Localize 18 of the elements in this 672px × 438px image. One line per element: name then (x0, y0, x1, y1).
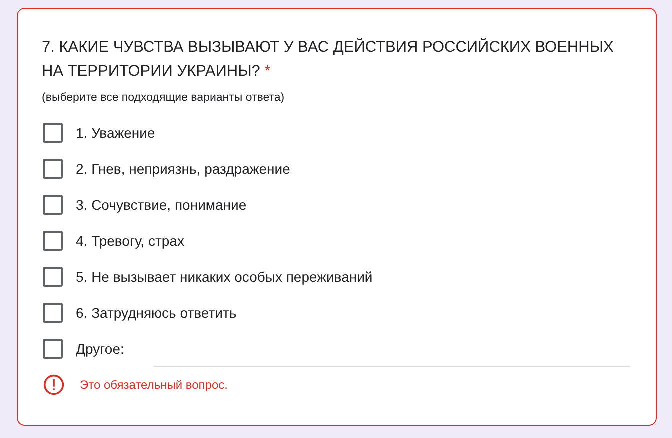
checkbox[interactable] (43, 339, 63, 359)
option-label: 5. Не вызывает никаких особых переживаний (76, 269, 373, 285)
option-label: 2. Гнев, неприязнь, раздражение (76, 161, 290, 177)
question-title: 7. КАКИЕ ЧУВСТВА ВЫЗЫВАЮТ У ВАС ДЕЙСТВИЯ РОССИЙСКИХ ВОЕННЫХ НА ТЕРРИТОРИИ УКРАИНЫ? * (42, 37, 615, 82)
error-icon (43, 374, 65, 396)
error-message: Это обязательный вопрос. (80, 378, 228, 392)
option-label: Другое: (76, 341, 124, 357)
checkbox[interactable] (43, 195, 63, 215)
checkbox[interactable] (43, 303, 63, 323)
option-label: 3. Сочувствие, понимание (76, 197, 247, 213)
checkbox[interactable] (43, 231, 63, 251)
checkbox[interactable] (43, 123, 63, 143)
option-label: 1. Уважение (76, 125, 156, 141)
option-label: 6. Затрудняюсь ответить (76, 305, 237, 321)
checkbox[interactable] (43, 267, 63, 287)
option-label: 4. Тревогу, страх (76, 233, 184, 249)
question-hint: (выберите все подходящие варианты ответа) (42, 92, 286, 104)
checkbox[interactable] (43, 159, 63, 179)
